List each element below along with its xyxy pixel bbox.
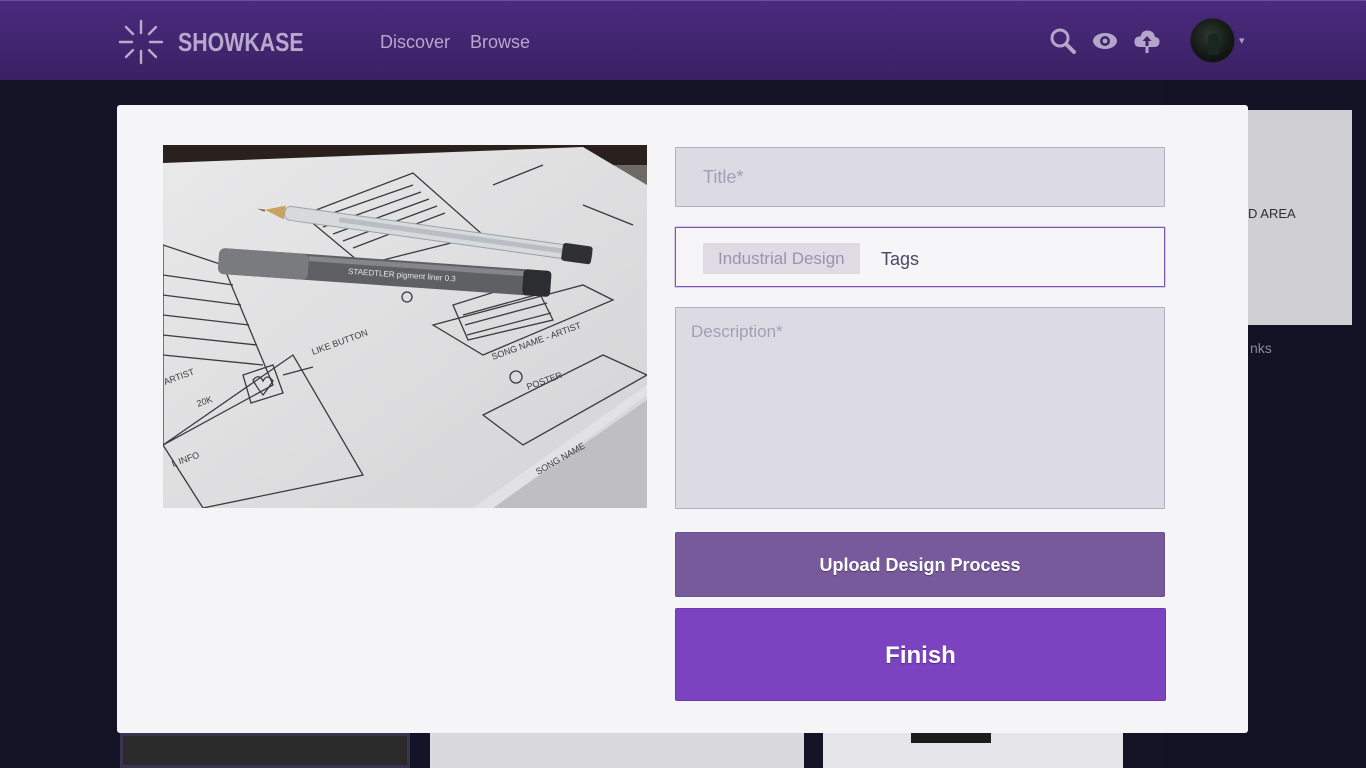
description-input[interactable]: [676, 308, 1164, 508]
chevron-down-icon[interactable]: ▾: [1239, 34, 1245, 47]
background-card: [823, 733, 1123, 768]
eye-icon[interactable]: [1091, 27, 1119, 55]
design-sketch-image: LIKE BUTTON SONG NAME - ARTIST POSTER L …: [163, 145, 647, 508]
brand-name[interactable]: SHOWKASE: [178, 27, 304, 58]
background-card: [120, 733, 410, 768]
background-links-text: nks: [1250, 340, 1272, 356]
title-field[interactable]: [675, 147, 1165, 207]
search-icon[interactable]: [1049, 27, 1077, 55]
showkase-logo-icon[interactable]: [117, 18, 165, 66]
background-card: [430, 733, 804, 768]
finish-button[interactable]: Finish: [675, 608, 1166, 701]
background-ad-text: D AREA: [1248, 206, 1296, 221]
upload-design-process-button[interactable]: Upload Design Process: [675, 532, 1165, 597]
nav-browse[interactable]: Browse: [470, 32, 530, 53]
cloud-upload-icon[interactable]: [1133, 27, 1161, 55]
user-avatar[interactable]: [1190, 18, 1235, 63]
tags-input[interactable]: Tags: [881, 249, 919, 270]
upload-modal: LIKE BUTTON SONG NAME - ARTIST POSTER L …: [117, 105, 1248, 733]
title-input[interactable]: [676, 148, 1164, 206]
tag-chip-industrial-design[interactable]: Industrial Design: [703, 243, 860, 274]
top-navbar: SHOWKASE Discover Browse ▾: [0, 0, 1366, 80]
nav-discover[interactable]: Discover: [380, 32, 450, 53]
tags-field[interactable]: Industrial Design Tags: [675, 227, 1165, 287]
description-field[interactable]: [675, 307, 1165, 509]
